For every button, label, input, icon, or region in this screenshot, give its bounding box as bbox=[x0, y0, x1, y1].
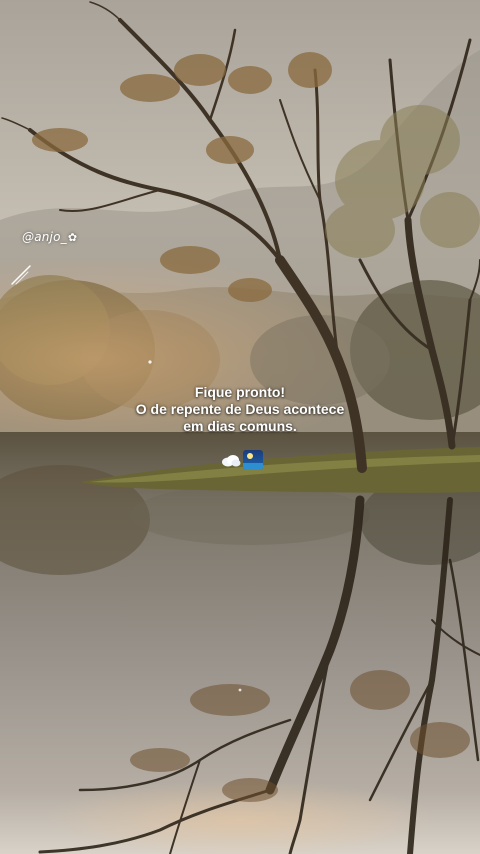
creator-handle: @anjo_✿ bbox=[22, 230, 77, 244]
story-frame: @anjo_✿ Fique pronto! O de repente de De… bbox=[0, 0, 480, 854]
emoji-row bbox=[221, 450, 263, 470]
night-sky-icon bbox=[243, 450, 263, 470]
sparkle-icon bbox=[11, 265, 31, 285]
creator-handle-text: @anjo_ bbox=[22, 230, 67, 244]
caption-line-1: Fique pronto! bbox=[194, 384, 286, 400]
cloud-icon bbox=[222, 455, 241, 467]
caption-text: Fique pronto! O de repente de Deus acont… bbox=[90, 384, 390, 435]
caption-line-3: em dias comuns. bbox=[183, 418, 297, 434]
flower-icon: ✿ bbox=[67, 231, 78, 244]
caption-line-2: O de repente de Deus acontece bbox=[135, 401, 345, 417]
